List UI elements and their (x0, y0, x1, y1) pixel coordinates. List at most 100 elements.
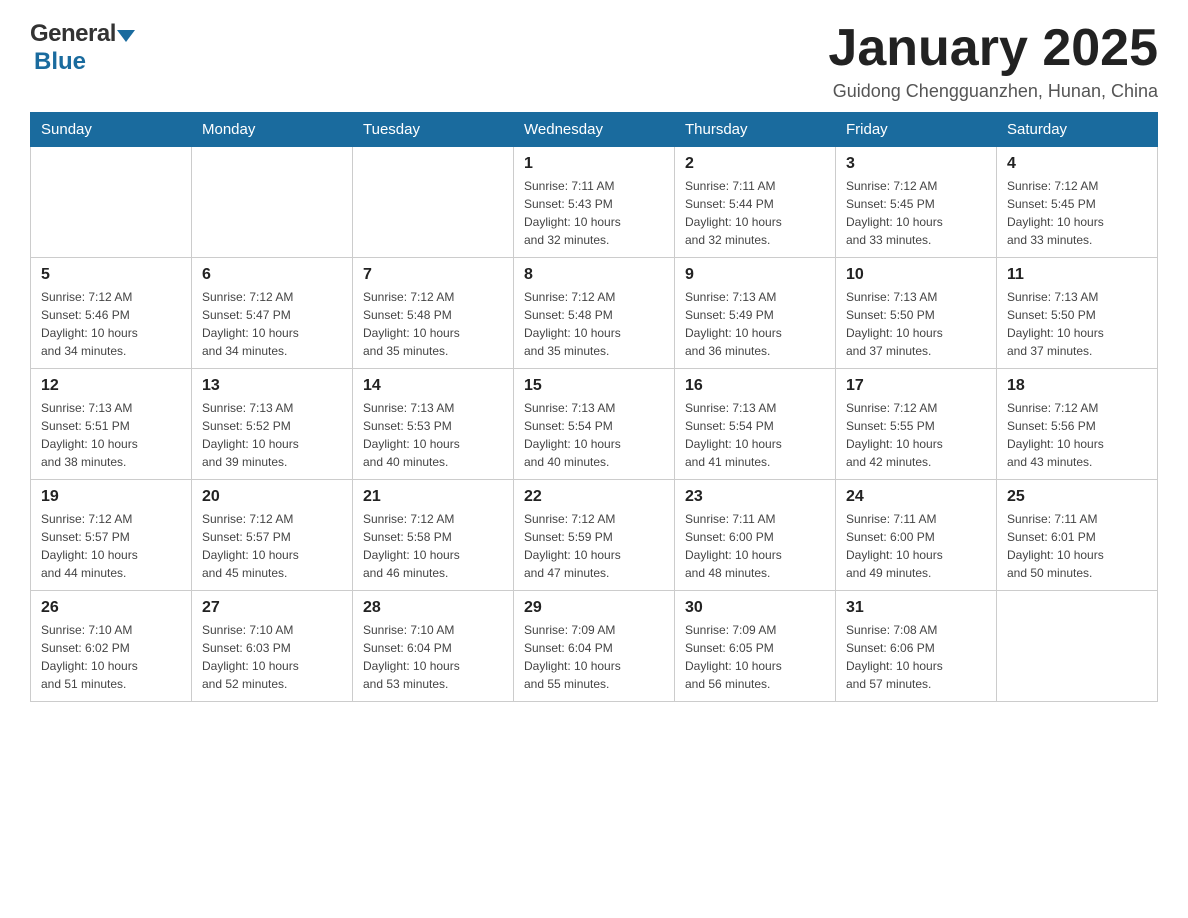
day-number: 26 (41, 599, 181, 617)
calendar-cell-w5d4: 29 Sunrise: 7:09 AM Sunset: 6:04 PM Dayli… (514, 591, 675, 702)
col-header-sunday: Sunday (31, 113, 192, 147)
calendar-week-5: 26 Sunrise: 7:10 AM Sunset: 6:02 PM Dayli… (31, 591, 1158, 702)
calendar-cell-w5d5: 30 Sunrise: 7:09 AM Sunset: 6:05 PM Dayli… (675, 591, 836, 702)
calendar-cell-w1d1 (31, 147, 192, 258)
calendar-cell-w3d7: 18 Sunrise: 7:12 AM Sunset: 5:56 PM Dayli… (997, 369, 1158, 480)
day-info: Sunrise: 7:09 AM Sunset: 6:05 PM Dayligh… (685, 621, 825, 693)
day-info: Sunrise: 7:10 AM Sunset: 6:03 PM Dayligh… (202, 621, 342, 693)
day-number: 17 (846, 377, 986, 395)
col-header-tuesday: Tuesday (353, 113, 514, 147)
calendar-cell-w3d5: 16 Sunrise: 7:13 AM Sunset: 5:54 PM Dayli… (675, 369, 836, 480)
day-info: Sunrise: 7:12 AM Sunset: 5:59 PM Dayligh… (524, 510, 664, 582)
day-number: 29 (524, 599, 664, 617)
day-number: 13 (202, 377, 342, 395)
day-number: 1 (524, 155, 664, 173)
day-info: Sunrise: 7:12 AM Sunset: 5:55 PM Dayligh… (846, 399, 986, 471)
day-number: 30 (685, 599, 825, 617)
calendar-table: Sunday Monday Tuesday Wednesday Thursday… (30, 112, 1158, 702)
calendar-cell-w1d3 (353, 147, 514, 258)
calendar-cell-w5d3: 28Sunrise: 7:10 AM Sunset: 6:04 PM Dayli… (353, 591, 514, 702)
calendar-week-2: 5Sunrise: 7:12 AM Sunset: 5:46 PM Daylig… (31, 258, 1158, 369)
calendar-week-4: 19 Sunrise: 7:12 AM Sunset: 5:57 PM Dayli… (31, 480, 1158, 591)
calendar-cell-w3d1: 12 Sunrise: 7:13 AM Sunset: 5:51 PM Dayli… (31, 369, 192, 480)
calendar-cell-w4d2: 20 Sunrise: 7:12 AM Sunset: 5:57 PM Dayli… (192, 480, 353, 591)
calendar-cell-w2d4: 8 Sunrise: 7:12 AM Sunset: 5:48 PM Daylig… (514, 258, 675, 369)
day-number: 12 (41, 377, 181, 395)
day-info: Sunrise: 7:12 AM Sunset: 5:47 PM Dayligh… (202, 288, 342, 360)
col-header-monday: Monday (192, 113, 353, 147)
day-number: 18 (1007, 377, 1147, 395)
day-info: Sunrise: 7:12 AM Sunset: 5:56 PM Dayligh… (1007, 399, 1147, 471)
day-info: Sunrise: 7:13 AM Sunset: 5:49 PM Dayligh… (685, 288, 825, 360)
calendar-cell-w1d2 (192, 147, 353, 258)
day-number: 11 (1007, 266, 1147, 284)
day-info: Sunrise: 7:12 AM Sunset: 5:57 PM Dayligh… (202, 510, 342, 582)
logo-arrow-icon (117, 30, 135, 42)
calendar-week-1: 1 Sunrise: 7:11 AM Sunset: 5:43 PM Daylig… (31, 147, 1158, 258)
calendar-cell-w5d1: 26 Sunrise: 7:10 AM Sunset: 6:02 PM Dayli… (31, 591, 192, 702)
day-info: Sunrise: 7:12 AM Sunset: 5:58 PM Dayligh… (363, 510, 503, 582)
day-number: 4 (1007, 155, 1147, 173)
day-number: 5 (41, 266, 181, 284)
calendar-cell-w5d7 (997, 591, 1158, 702)
calendar-cell-w5d2: 27 Sunrise: 7:10 AM Sunset: 6:03 PM Dayli… (192, 591, 353, 702)
calendar-cell-w2d6: 10Sunrise: 7:13 AM Sunset: 5:50 PM Dayli… (836, 258, 997, 369)
calendar-header-row: Sunday Monday Tuesday Wednesday Thursday… (31, 113, 1158, 147)
calendar-cell-w4d6: 24 Sunrise: 7:11 AM Sunset: 6:00 PM Dayli… (836, 480, 997, 591)
day-number: 20 (202, 488, 342, 506)
location-text: Guidong Chengguanzhen, Hunan, China (828, 81, 1158, 102)
day-info: Sunrise: 7:13 AM Sunset: 5:54 PM Dayligh… (524, 399, 664, 471)
calendar-week-3: 12 Sunrise: 7:13 AM Sunset: 5:51 PM Dayli… (31, 369, 1158, 480)
day-info: Sunrise: 7:09 AM Sunset: 6:04 PM Dayligh… (524, 621, 664, 693)
day-number: 8 (524, 266, 664, 284)
day-number: 22 (524, 488, 664, 506)
calendar-cell-w3d6: 17 Sunrise: 7:12 AM Sunset: 5:55 PM Dayli… (836, 369, 997, 480)
day-info: Sunrise: 7:13 AM Sunset: 5:50 PM Dayligh… (846, 288, 986, 360)
day-info: Sunrise: 7:12 AM Sunset: 5:57 PM Dayligh… (41, 510, 181, 582)
calendar-cell-w5d6: 31Sunrise: 7:08 AM Sunset: 6:06 PM Dayli… (836, 591, 997, 702)
col-header-thursday: Thursday (675, 113, 836, 147)
day-number: 27 (202, 599, 342, 617)
day-number: 2 (685, 155, 825, 173)
calendar-cell-w2d3: 7 Sunrise: 7:12 AM Sunset: 5:48 PM Daylig… (353, 258, 514, 369)
calendar-cell-w3d3: 14 Sunrise: 7:13 AM Sunset: 5:53 PM Dayli… (353, 369, 514, 480)
calendar-cell-w3d2: 13 Sunrise: 7:13 AM Sunset: 5:52 PM Dayli… (192, 369, 353, 480)
day-number: 25 (1007, 488, 1147, 506)
calendar-cell-w2d2: 6 Sunrise: 7:12 AM Sunset: 5:47 PM Daylig… (192, 258, 353, 369)
day-info: Sunrise: 7:12 AM Sunset: 5:45 PM Dayligh… (846, 177, 986, 249)
day-number: 19 (41, 488, 181, 506)
calendar-cell-w1d5: 2 Sunrise: 7:11 AM Sunset: 5:44 PM Daylig… (675, 147, 836, 258)
day-info: Sunrise: 7:12 AM Sunset: 5:48 PM Dayligh… (524, 288, 664, 360)
col-header-saturday: Saturday (997, 113, 1158, 147)
day-number: 9 (685, 266, 825, 284)
calendar-cell-w4d3: 21Sunrise: 7:12 AM Sunset: 5:58 PM Dayli… (353, 480, 514, 591)
day-info: Sunrise: 7:10 AM Sunset: 6:04 PM Dayligh… (363, 621, 503, 693)
day-info: Sunrise: 7:11 AM Sunset: 6:00 PM Dayligh… (846, 510, 986, 582)
day-info: Sunrise: 7:13 AM Sunset: 5:50 PM Dayligh… (1007, 288, 1147, 360)
day-info: Sunrise: 7:13 AM Sunset: 5:51 PM Dayligh… (41, 399, 181, 471)
day-number: 6 (202, 266, 342, 284)
calendar-cell-w1d7: 4Sunrise: 7:12 AM Sunset: 5:45 PM Daylig… (997, 147, 1158, 258)
logo-general-text: General (30, 20, 116, 48)
month-title: January 2025 (828, 20, 1158, 77)
calendar-cell-w2d1: 5Sunrise: 7:12 AM Sunset: 5:46 PM Daylig… (31, 258, 192, 369)
col-header-wednesday: Wednesday (514, 113, 675, 147)
calendar-cell-w3d4: 15Sunrise: 7:13 AM Sunset: 5:54 PM Dayli… (514, 369, 675, 480)
calendar-cell-w4d5: 23Sunrise: 7:11 AM Sunset: 6:00 PM Dayli… (675, 480, 836, 591)
col-header-friday: Friday (836, 113, 997, 147)
day-number: 23 (685, 488, 825, 506)
day-info: Sunrise: 7:13 AM Sunset: 5:54 PM Dayligh… (685, 399, 825, 471)
day-info: Sunrise: 7:11 AM Sunset: 5:43 PM Dayligh… (524, 177, 664, 249)
calendar-cell-w1d4: 1 Sunrise: 7:11 AM Sunset: 5:43 PM Daylig… (514, 147, 675, 258)
day-info: Sunrise: 7:13 AM Sunset: 5:53 PM Dayligh… (363, 399, 503, 471)
day-number: 16 (685, 377, 825, 395)
day-info: Sunrise: 7:11 AM Sunset: 5:44 PM Dayligh… (685, 177, 825, 249)
day-info: Sunrise: 7:12 AM Sunset: 5:48 PM Dayligh… (363, 288, 503, 360)
day-info: Sunrise: 7:13 AM Sunset: 5:52 PM Dayligh… (202, 399, 342, 471)
calendar-cell-w4d4: 22 Sunrise: 7:12 AM Sunset: 5:59 PM Dayli… (514, 480, 675, 591)
day-number: 3 (846, 155, 986, 173)
day-number: 14 (363, 377, 503, 395)
day-info: Sunrise: 7:10 AM Sunset: 6:02 PM Dayligh… (41, 621, 181, 693)
day-number: 24 (846, 488, 986, 506)
day-number: 7 (363, 266, 503, 284)
